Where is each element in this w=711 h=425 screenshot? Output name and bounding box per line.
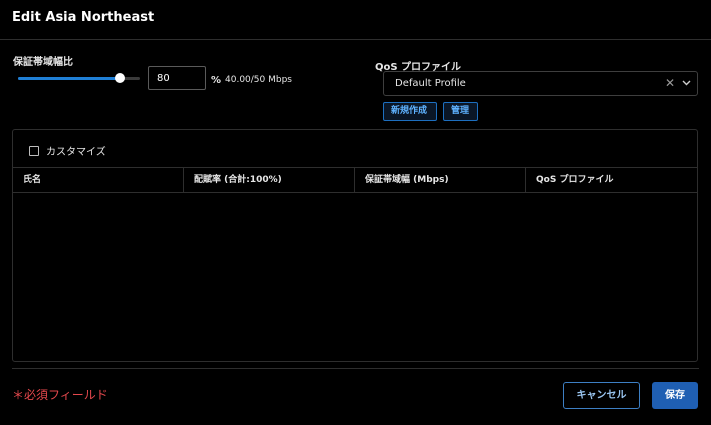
new-profile-button[interactable]: 新規作成 — [383, 102, 437, 121]
bandwidth-rate-text: 40.00/50 Mbps — [225, 75, 292, 85]
column-header-name[interactable]: 氏名 — [13, 168, 183, 192]
bandwidth-ratio-input[interactable] — [148, 66, 206, 90]
required-fields-note: ＊必須フィールド — [12, 388, 108, 402]
qos-profile-select[interactable]: Default Profile ✕ — [383, 71, 698, 96]
customize-checkbox[interactable] — [29, 145, 39, 156]
slider-thumb[interactable] — [115, 73, 125, 83]
column-header-qos-profile[interactable]: QoS プロファイル — [525, 168, 697, 192]
clear-icon[interactable]: ✕ — [665, 77, 675, 89]
percent-unit: % — [211, 75, 222, 86]
cancel-button[interactable]: キャンセル — [563, 382, 640, 409]
manage-profile-button[interactable]: 管理 — [443, 102, 478, 121]
save-button[interactable]: 保存 — [652, 382, 698, 409]
footer-divider — [12, 368, 699, 369]
table-header: 氏名 配賦率 (合計:100%) 保証帯域幅 (Mbps) QoS プロファイル — [13, 167, 697, 193]
qos-selected-value: Default Profile — [395, 78, 466, 89]
title-divider — [0, 39, 711, 40]
slider-fill — [18, 77, 118, 80]
customize-panel: カスタマイズ 氏名 配賦率 (合計:100%) 保証帯域幅 (Mbps) QoS… — [12, 129, 698, 362]
column-header-allocation[interactable]: 配賦率 (合計:100%) — [183, 168, 354, 192]
customize-toggle[interactable]: カスタマイズ — [29, 143, 106, 158]
chevron-down-icon[interactable] — [682, 80, 691, 86]
customize-label: カスタマイズ — [46, 147, 106, 158]
column-header-guaranteed-bandwidth[interactable]: 保証帯域幅 (Mbps) — [354, 168, 525, 192]
bandwidth-slider[interactable] — [18, 73, 148, 85]
edit-dialog: Edit Asia Northeast 保証帯域幅比 % 40.00/50 Mb… — [0, 0, 711, 425]
dialog-title: Edit Asia Northeast — [12, 10, 155, 25]
bandwidth-ratio-label: 保証帯域幅比 — [13, 57, 73, 68]
